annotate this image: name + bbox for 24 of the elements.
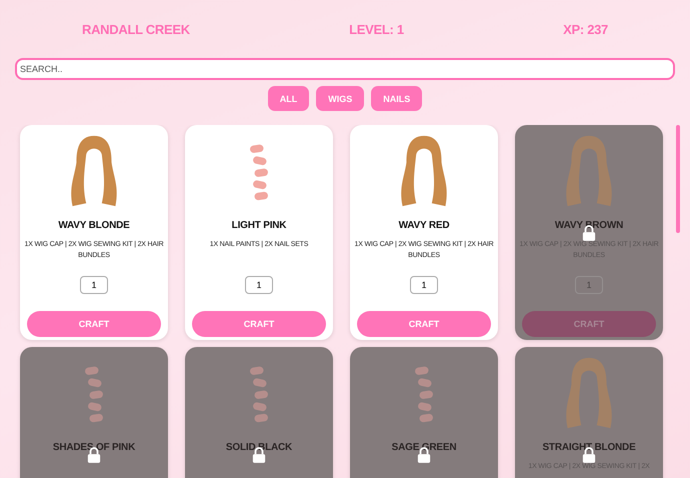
item-name: SOLID BLACK — [226, 442, 292, 453]
quantity-field[interactable]: 1 — [245, 276, 273, 294]
item-name: WAVY BROWN — [554, 220, 624, 231]
craft-button[interactable]: CRAFT — [522, 311, 656, 337]
item-name: STRAIGHT BLONDE — [542, 442, 636, 453]
craft-button[interactable]: CRAFT — [192, 311, 326, 337]
item-name: WAVY BLONDE — [58, 220, 130, 231]
quantity-field[interactable]: 1 — [575, 276, 603, 294]
xp-label: XP: 237 — [563, 22, 608, 39]
filter-button[interactable]: WIGS — [316, 86, 364, 111]
quantity-field[interactable]: 1 — [80, 276, 108, 294]
item-name: SHADES OF PINK — [52, 442, 136, 453]
filter-button[interactable]: NAILS — [371, 86, 422, 111]
craft-button[interactable]: CRAFT — [27, 311, 161, 337]
item-name: LIGHT PINK — [232, 220, 286, 231]
quantity-field[interactable]: 1 — [410, 276, 438, 294]
craft-button[interactable]: CRAFT — [357, 311, 491, 337]
item-name: SAGE GREEN — [392, 442, 456, 453]
item-name: WAVY RED — [398, 220, 450, 231]
scrollbar[interactable] — [676, 125, 680, 233]
filter-button[interactable]: ALL — [268, 86, 310, 111]
level-label: LEVEL: 1 — [349, 22, 404, 39]
search-field[interactable]: SEARCH.. — [15, 58, 675, 80]
player-name: RANDALL CREEK — [82, 22, 190, 39]
